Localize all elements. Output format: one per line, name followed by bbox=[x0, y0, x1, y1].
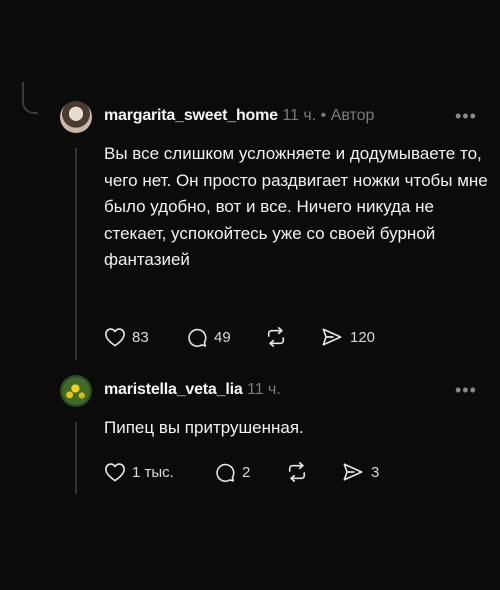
comment-icon bbox=[216, 463, 235, 482]
heart-icon bbox=[105, 328, 125, 347]
comment-text: Вы все слишком усложняете и додумываете … bbox=[104, 144, 488, 269]
thread-line bbox=[75, 148, 77, 360]
timestamp: 11 ч. bbox=[282, 107, 317, 124]
share-button[interactable]: 3 bbox=[341, 462, 379, 482]
comment-header: maristella_veta_lia 11 ч. bbox=[104, 381, 281, 399]
thread-line bbox=[75, 422, 77, 494]
more-options-icon[interactable]: ••• bbox=[455, 380, 477, 401]
username[interactable]: maristella_veta_lia bbox=[104, 381, 243, 398]
reply-count: 2 bbox=[242, 464, 251, 481]
like-button[interactable]: 1 тыс. bbox=[104, 462, 174, 482]
like-count: 83 bbox=[132, 328, 149, 346]
send-icon bbox=[322, 328, 342, 346]
more-options-icon[interactable]: ••• bbox=[455, 106, 477, 127]
separator: • bbox=[320, 107, 327, 124]
reply-count: 49 bbox=[214, 329, 231, 346]
timestamp: 11 ч. bbox=[246, 381, 281, 398]
avatar[interactable] bbox=[60, 101, 92, 133]
username[interactable]: margarita_sweet_home bbox=[104, 107, 278, 124]
avatar[interactable] bbox=[60, 375, 92, 407]
author-badge: Автор bbox=[330, 107, 375, 124]
share-button[interactable]: 120 bbox=[320, 327, 375, 347]
comment-icon bbox=[188, 328, 207, 347]
heart-icon bbox=[105, 463, 125, 482]
repost-button[interactable] bbox=[264, 327, 288, 347]
reply-button[interactable]: 49 bbox=[186, 327, 231, 348]
share-count: 3 bbox=[371, 463, 380, 481]
like-button[interactable]: 83 bbox=[104, 327, 149, 347]
comment-text: Пипец вы притрушенная. bbox=[104, 418, 304, 437]
reply-button[interactable]: 2 bbox=[214, 462, 250, 483]
repost-button[interactable] bbox=[285, 462, 309, 482]
comment-header: margarita_sweet_home 11 ч. • Автор bbox=[104, 107, 374, 125]
share-count: 120 bbox=[350, 328, 376, 346]
like-count: 1 тыс. bbox=[132, 463, 174, 481]
send-icon bbox=[343, 463, 363, 481]
reply-connector bbox=[22, 82, 38, 114]
repost-icon bbox=[288, 462, 306, 482]
repost-icon bbox=[267, 327, 285, 347]
